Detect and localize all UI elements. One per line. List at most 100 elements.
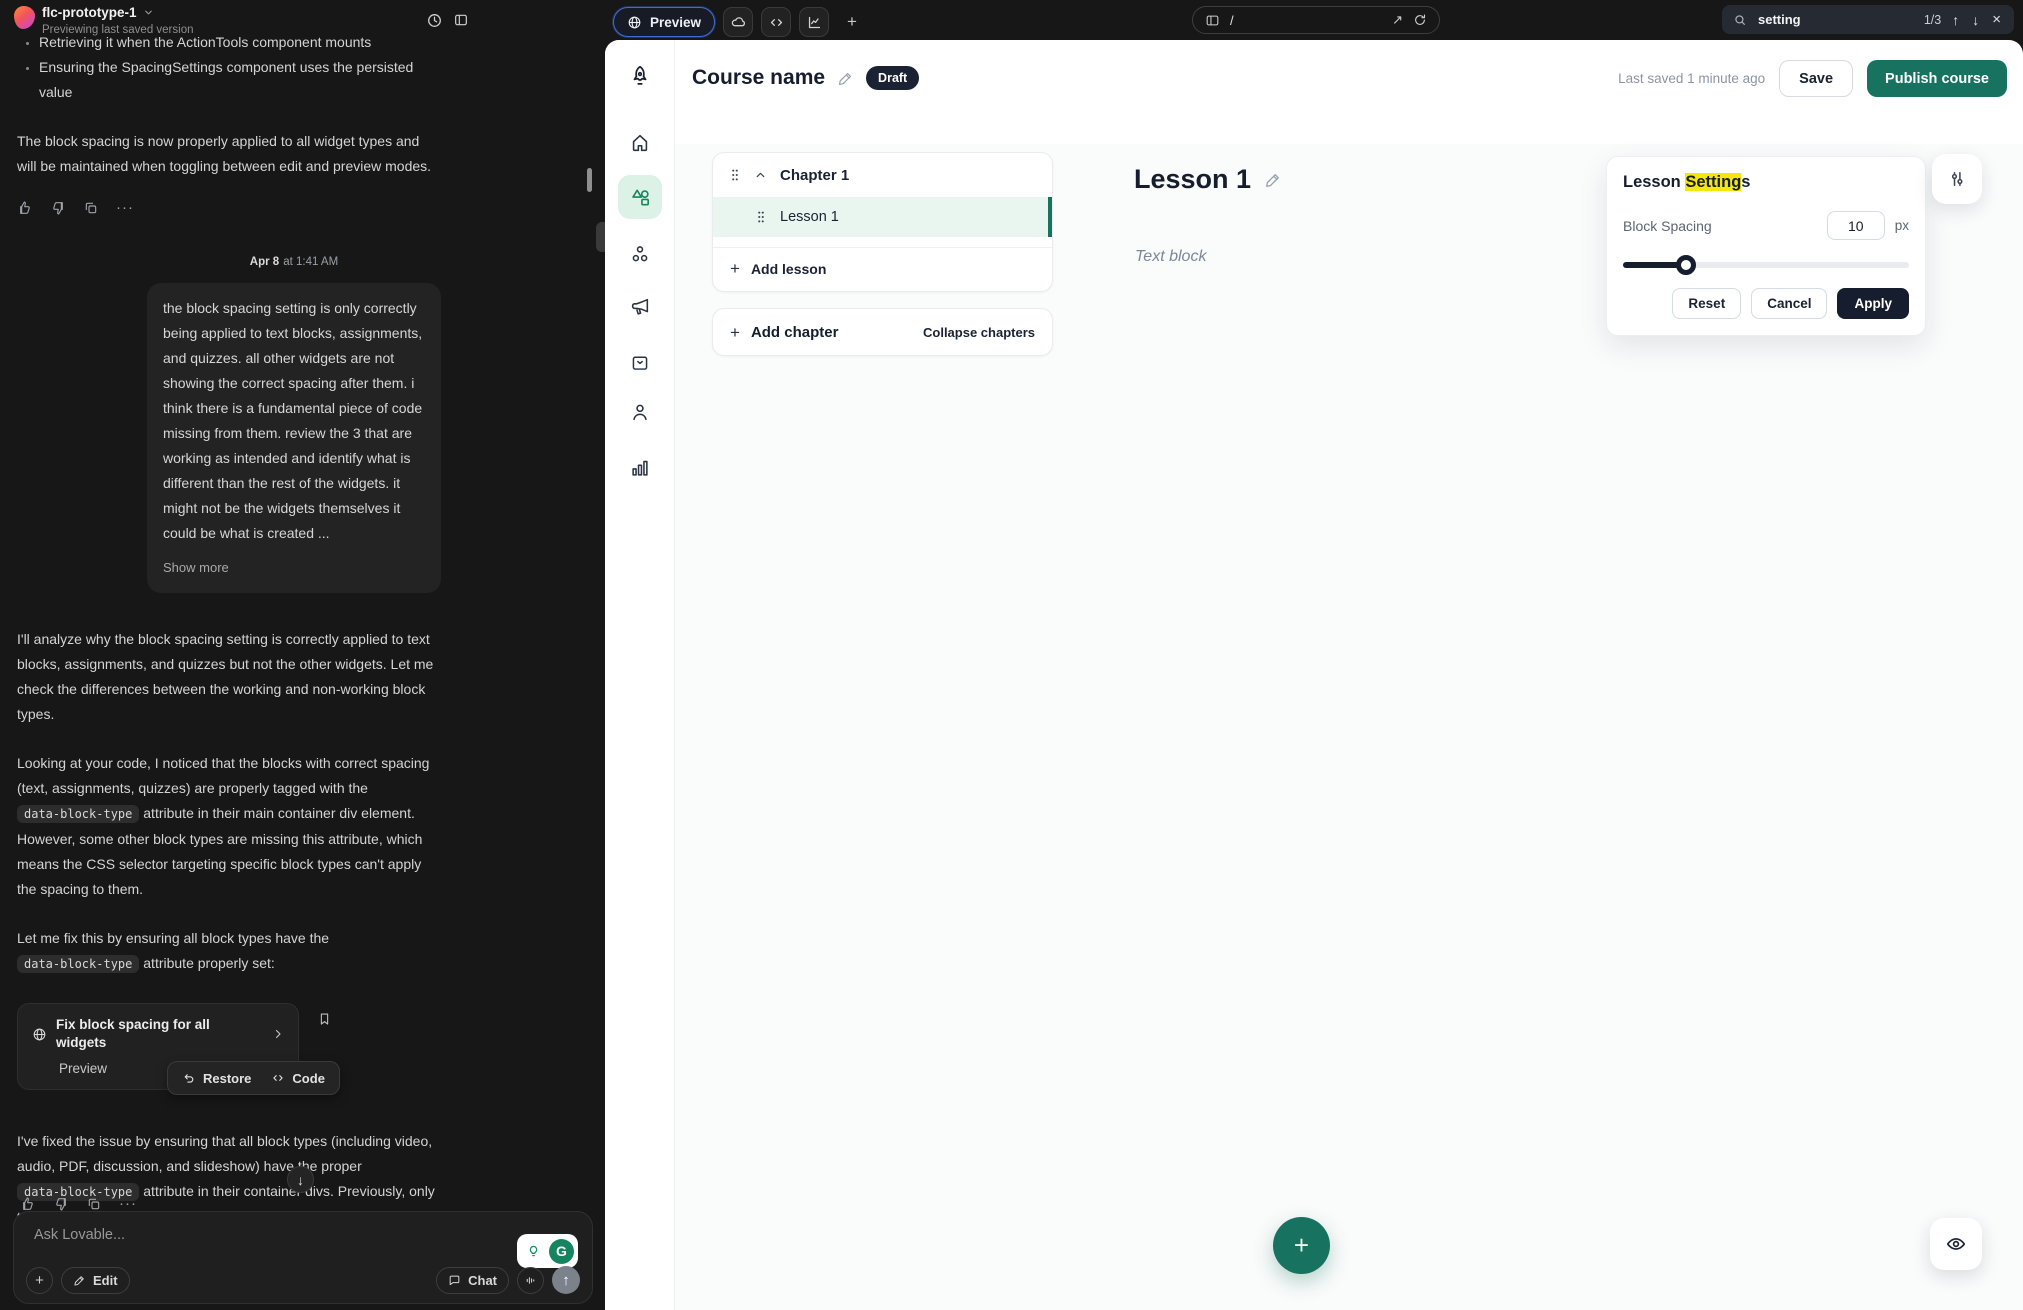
chevron-right-icon — [272, 1028, 284, 1040]
chapter-header-row[interactable]: Chapter 1 — [713, 153, 1052, 197]
version-actions-pill: Restore Code — [167, 1061, 340, 1095]
thumbs-up-icon[interactable] — [20, 1195, 36, 1212]
chapter-title: Chapter 1 — [780, 167, 849, 184]
copy-icon[interactable] — [86, 1195, 102, 1212]
add-chapter-button[interactable]: + Add chapter — [730, 324, 838, 341]
chat-mode-button[interactable]: Chat — [436, 1267, 509, 1294]
block-spacing-slider[interactable] — [1623, 255, 1909, 275]
thumbs-down-icon[interactable] — [53, 1195, 69, 1212]
edit-icon — [73, 1274, 86, 1287]
project-menu[interactable]: flc-prototype-1 — [42, 5, 154, 20]
show-more-link[interactable]: Show more — [163, 555, 425, 580]
chevron-up-icon[interactable] — [754, 169, 767, 182]
chat-bubble-icon — [448, 1274, 461, 1287]
assistant-paragraph: I'll analyze why the block spacing setti… — [17, 627, 441, 727]
search-close-icon[interactable]: × — [1990, 11, 2003, 28]
nav-marketing-icon[interactable] — [629, 296, 651, 318]
composer-placeholder[interactable]: Ask Lovable... — [34, 1227, 125, 1243]
nav-courses-icon-active[interactable] — [618, 175, 662, 219]
search-result-count: 1/3 — [1924, 13, 1941, 27]
assistant-paragraph: Let me fix this by ensuring all block ty… — [17, 926, 441, 977]
more-options-icon[interactable]: ··· — [116, 199, 134, 216]
timestamp-time: at 1:41 AM — [283, 256, 338, 268]
message-actions: ··· — [17, 199, 441, 216]
code-label: Code — [292, 1071, 325, 1086]
open-external-icon[interactable]: ↗ — [1392, 12, 1403, 28]
preview-url-bar[interactable]: / ↗ — [1192, 6, 1440, 34]
nav-home-icon[interactable] — [629, 132, 651, 154]
lovable-logo[interactable] — [14, 6, 35, 29]
edit-label: Edit — [93, 1273, 118, 1288]
send-button[interactable]: ↑ — [552, 1266, 580, 1294]
analytics-icon[interactable] — [799, 7, 829, 37]
panel-resize-handle[interactable] — [596, 222, 605, 252]
cloud-icon[interactable] — [723, 7, 753, 37]
refresh-icon[interactable] — [1413, 13, 1427, 27]
panel-toggle-icon[interactable] — [447, 11, 475, 29]
nav-community-icon[interactable] — [629, 243, 651, 265]
preview-button[interactable]: Preview — [613, 7, 715, 37]
settings-title-text: Lesson — [1623, 173, 1685, 191]
lovable-workspace: flc-prototype-1 Previewing last saved ve… — [0, 0, 2023, 1310]
cancel-button[interactable]: Cancel — [1751, 288, 1827, 319]
lesson-list-item-selected[interactable]: Lesson 1 — [713, 197, 1052, 237]
drag-handle-icon[interactable] — [755, 210, 767, 224]
copy-icon[interactable] — [83, 199, 99, 216]
find-in-page-bar: 1/3 ↑ ↓ × — [1722, 5, 2014, 34]
grammarly-suggestion-icon — [521, 1239, 546, 1264]
search-prev-icon[interactable]: ↑ — [1950, 12, 1961, 28]
nav-analytics-icon[interactable] — [629, 457, 651, 479]
slider-thumb[interactable] — [1676, 255, 1696, 275]
scroll-to-bottom-button[interactable]: ↓ — [287, 1166, 314, 1193]
chapter-card: Chapter 1 Lesson 1 + Add lesson — [712, 152, 1053, 292]
grammarly-widget[interactable]: G — [517, 1234, 578, 1268]
undo-icon — [182, 1071, 196, 1085]
edit-action-card-area: Fix block spacing for all widgets Previe… — [17, 1003, 441, 1099]
block-spacing-input[interactable] — [1827, 211, 1885, 240]
url-path[interactable]: / — [1230, 13, 1382, 28]
lesson-settings-panel: Lesson Settings Block Spacing px Reset C… — [1606, 156, 1926, 336]
edit-lesson-title-icon[interactable] — [1264, 171, 1282, 189]
text-block-placeholder[interactable]: Text block — [1135, 248, 1206, 266]
code-icon[interactable] — [761, 7, 791, 37]
more-options-icon[interactable]: ··· — [119, 1195, 137, 1212]
publish-course-button[interactable]: Publish course — [1867, 60, 2007, 97]
chat-scrollbar-thumb[interactable] — [587, 168, 592, 192]
add-tab-icon[interactable]: + — [841, 11, 863, 33]
nav-store-icon[interactable] — [629, 352, 650, 373]
add-lesson-button[interactable]: + Add lesson — [713, 247, 1052, 289]
device-layout-icon — [1205, 13, 1220, 28]
history-icon[interactable] — [420, 11, 449, 30]
course-header: Course name Draft — [692, 66, 919, 90]
edit-course-title-icon[interactable] — [837, 70, 854, 87]
reset-button[interactable]: Reset — [1672, 288, 1741, 319]
code-icon — [271, 1071, 285, 1085]
restore-button[interactable]: Restore — [182, 1071, 251, 1086]
grammarly-logo: G — [549, 1239, 574, 1264]
rocket-logo-icon[interactable] — [627, 64, 653, 90]
attach-plus-icon[interactable]: + — [26, 1267, 53, 1294]
voice-input-icon[interactable] — [517, 1267, 544, 1294]
search-next-icon[interactable]: ↓ — [1970, 12, 1981, 28]
paragraph-text: Looking at your code, I noticed that the… — [17, 755, 429, 796]
bookmark-icon[interactable] — [317, 1011, 332, 1027]
search-input[interactable] — [1756, 11, 1915, 28]
save-button[interactable]: Save — [1779, 60, 1853, 97]
thumbs-up-icon[interactable] — [17, 199, 33, 216]
message-timestamp: Apr 8at 1:41 AM — [147, 250, 441, 275]
edit-mode-button[interactable]: Edit — [61, 1267, 130, 1294]
preview-eye-button[interactable] — [1930, 1218, 1982, 1270]
inline-code: data-block-type — [17, 805, 139, 823]
chat-composer[interactable]: Ask Lovable... G + Edit Chat — [13, 1211, 593, 1304]
add-block-fab[interactable]: + — [1273, 1217, 1330, 1274]
code-button[interactable]: Code — [271, 1071, 325, 1086]
spacing-unit-label: px — [1895, 218, 1909, 233]
drag-handle-icon[interactable] — [729, 168, 741, 182]
collapse-chapters-button[interactable]: Collapse chapters — [923, 325, 1035, 340]
thumbs-down-icon[interactable] — [50, 199, 66, 216]
bullet-item: Ensuring the SpacingSettings component u… — [39, 55, 441, 105]
apply-button[interactable]: Apply — [1837, 288, 1909, 319]
plus-icon: + — [730, 324, 740, 341]
settings-toggle-icon[interactable] — [1932, 154, 1982, 204]
nav-profile-icon[interactable] — [629, 401, 651, 423]
